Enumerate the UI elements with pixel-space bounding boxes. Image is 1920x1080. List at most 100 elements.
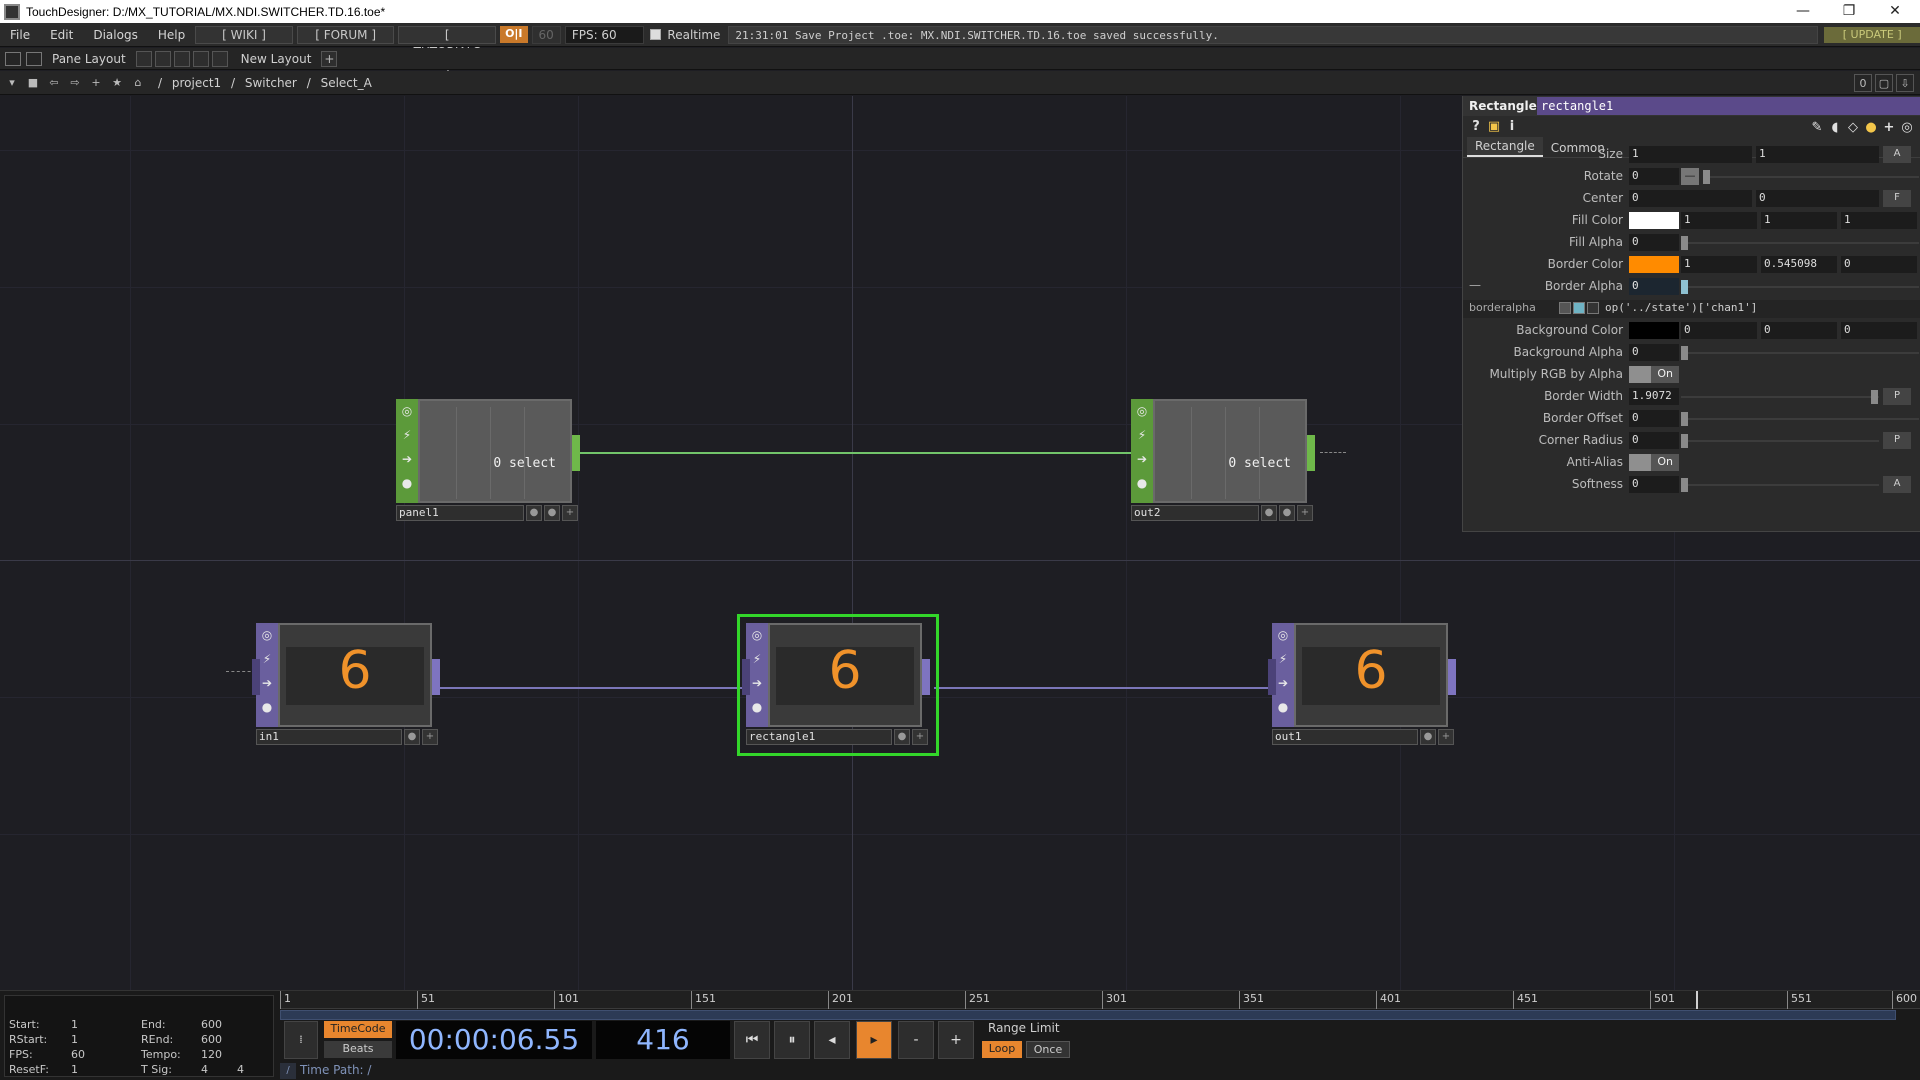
home-icon[interactable]: ⌂ <box>129 74 147 92</box>
node-rectangle1[interactable]: ◎ ⚡ ➔ ● 6 rectangle1 ● + <box>742 623 930 747</box>
breadcrumb-root[interactable]: / <box>158 76 162 90</box>
node-flag-icon[interactable]: ● <box>1420 729 1436 745</box>
node-add-icon[interactable]: + <box>1438 729 1454 745</box>
node-label[interactable]: in1 <box>256 729 402 745</box>
time-path-icon[interactable]: / <box>280 1063 296 1079</box>
python-help-icon[interactable]: ▣ <box>1485 119 1503 135</box>
beats-mode-tab[interactable]: Beats <box>324 1041 392 1058</box>
background-alpha-field[interactable]: 0 <box>1629 344 1679 361</box>
center-x-field[interactable]: 0 <box>1629 190 1752 207</box>
timecode-display[interactable]: 00:00:06.55 <box>396 1021 592 1059</box>
tempo-value[interactable]: 120 <box>201 1048 222 1061</box>
border-width-slider-knob[interactable] <box>1871 390 1878 404</box>
range-start-value[interactable]: 1 <box>71 1033 78 1046</box>
expression-field[interactable]: op('../state')['chan1'] <box>1605 300 1757 317</box>
export-arrow-icon[interactable]: ➔ <box>259 675 275 691</box>
plus-icon[interactable]: + <box>87 74 105 92</box>
multiply-rgb-toggle[interactable]: On <box>1629 366 1679 383</box>
rewind-to-start-button[interactable]: ⏮ <box>734 1021 770 1059</box>
fps-cap-field[interactable]: 60 <box>531 25 561 44</box>
rotate-field[interactable]: 0 <box>1629 168 1679 185</box>
menu-file[interactable]: File <box>0 28 40 42</box>
maximize-button[interactable]: ❐ <box>1826 0 1872 23</box>
center-y-field[interactable]: 0 <box>1756 190 1879 207</box>
rotate-slider[interactable] <box>1703 176 1919 178</box>
close-button[interactable]: ✕ <box>1872 0 1918 23</box>
wire-in1-rectangle1[interactable] <box>440 687 750 689</box>
background-alpha-slider[interactable] <box>1681 352 1919 354</box>
fill-alpha-field[interactable]: 0 <box>1629 234 1679 251</box>
chevron-down-icon[interactable]: ▾ <box>3 74 21 92</box>
node-in1[interactable]: ◎ ⚡ ➔ ● 6 in1 ● + <box>252 623 440 747</box>
step-back-button[interactable]: - <box>898 1021 934 1059</box>
cook-icon[interactable]: ⚡ <box>1134 427 1150 443</box>
back-arrow-icon[interactable]: ⇦ <box>45 74 63 92</box>
node-flag-icon[interactable]: ● <box>1261 505 1277 521</box>
play-forward-button[interactable]: ▸ <box>856 1021 892 1059</box>
node-flag-icon[interactable]: ● <box>404 729 420 745</box>
rotate-slider-knob[interactable] <box>1703 170 1710 184</box>
lock-icon[interactable]: ● <box>749 699 765 715</box>
frame-display[interactable]: 416 <box>596 1021 730 1059</box>
layout-triple-icon[interactable] <box>192 50 209 67</box>
node-label[interactable]: out2 <box>1131 505 1259 521</box>
border-color-b-field[interactable]: 0 <box>1841 256 1917 273</box>
fill-color-b-field[interactable]: 1 <box>1841 212 1917 229</box>
once-button[interactable]: Once <box>1026 1041 1070 1058</box>
wiki-link[interactable]: [ WIKI ] <box>195 25 293 44</box>
cook-icon[interactable]: ⚡ <box>399 427 415 443</box>
node-add-icon[interactable]: + <box>562 505 578 521</box>
node-flag-icon[interactable]: ● <box>544 505 560 521</box>
timecode-mode-tab[interactable]: TimeCode <box>324 1021 392 1038</box>
border-color-g-field[interactable]: 0.545098 <box>1761 256 1837 273</box>
input-connector[interactable] <box>742 659 750 695</box>
size-y-field[interactable]: 1 <box>1756 146 1879 163</box>
border-width-mode-button[interactable]: P <box>1883 388 1911 405</box>
cook-icon[interactable]: ⚡ <box>1275 651 1291 667</box>
realtime-checkbox[interactable] <box>650 29 662 40</box>
fill-alpha-slider-knob[interactable] <box>1681 236 1688 250</box>
export-arrow-icon[interactable]: ➔ <box>399 451 415 467</box>
layout-hsplit-icon[interactable] <box>173 50 190 67</box>
pane-split-icon[interactable] <box>26 51 42 66</box>
menu-dialogs[interactable]: Dialogs <box>83 28 147 42</box>
output-connector[interactable] <box>1307 435 1315 471</box>
playhead[interactable] <box>1696 991 1698 1009</box>
background-color-swatch[interactable] <box>1629 322 1679 339</box>
comment-icon[interactable]: ◖ <box>1826 120 1844 136</box>
output-connector[interactable] <box>922 659 930 695</box>
update-button[interactable]: [ UPDATE ] <box>1824 26 1920 43</box>
time-signature-a[interactable]: 4 <box>201 1063 208 1076</box>
corner-radius-mode-button[interactable]: P <box>1883 432 1911 449</box>
output-connector[interactable] <box>432 659 440 695</box>
softness-field[interactable]: 0 <box>1629 476 1679 493</box>
info-icon[interactable]: i <box>1503 119 1521 135</box>
layout-vsplit-icon[interactable] <box>154 50 171 67</box>
node-label[interactable]: panel1 <box>396 505 524 521</box>
size-x-field[interactable]: 1 <box>1629 146 1752 163</box>
node-add-icon[interactable]: + <box>422 729 438 745</box>
node-panel1[interactable]: ◎ ⚡ ➔ ● 0 select panel1 ● ● + <box>396 399 580 523</box>
forum-link[interactable]: [ FORUM ] <box>296 25 395 44</box>
breadcrumb-switcher[interactable]: Switcher <box>245 76 297 90</box>
oi-toggle-button[interactable]: O|I <box>500 26 528 43</box>
star-icon[interactable]: ★ <box>108 74 126 92</box>
fill-color-swatch[interactable] <box>1629 212 1679 229</box>
border-width-slider[interactable] <box>1681 396 1879 398</box>
input-connector[interactable] <box>252 659 260 695</box>
bypass-icon[interactable]: ◇ <box>1844 120 1862 136</box>
output-connector[interactable] <box>572 435 580 471</box>
node-flag-icon[interactable]: ● <box>526 505 542 521</box>
time-signature-b[interactable]: 4 <box>237 1063 244 1076</box>
cook-icon[interactable]: ⚡ <box>259 651 275 667</box>
new-layout-add-button[interactable]: + <box>321 50 338 67</box>
background-color-g-field[interactable]: 0 <box>1761 322 1837 339</box>
input-connector[interactable] <box>1268 659 1276 695</box>
border-color-r-field[interactable]: 1 <box>1681 256 1757 273</box>
center-mode-button[interactable]: F <box>1883 190 1911 207</box>
layout-single-icon[interactable] <box>135 50 152 67</box>
step-forward-button[interactable]: + <box>938 1021 974 1059</box>
fill-color-r-field[interactable]: 1 <box>1681 212 1757 229</box>
wire-panel1-out2[interactable] <box>578 452 1138 454</box>
minimize-button[interactable]: — <box>1780 0 1826 23</box>
